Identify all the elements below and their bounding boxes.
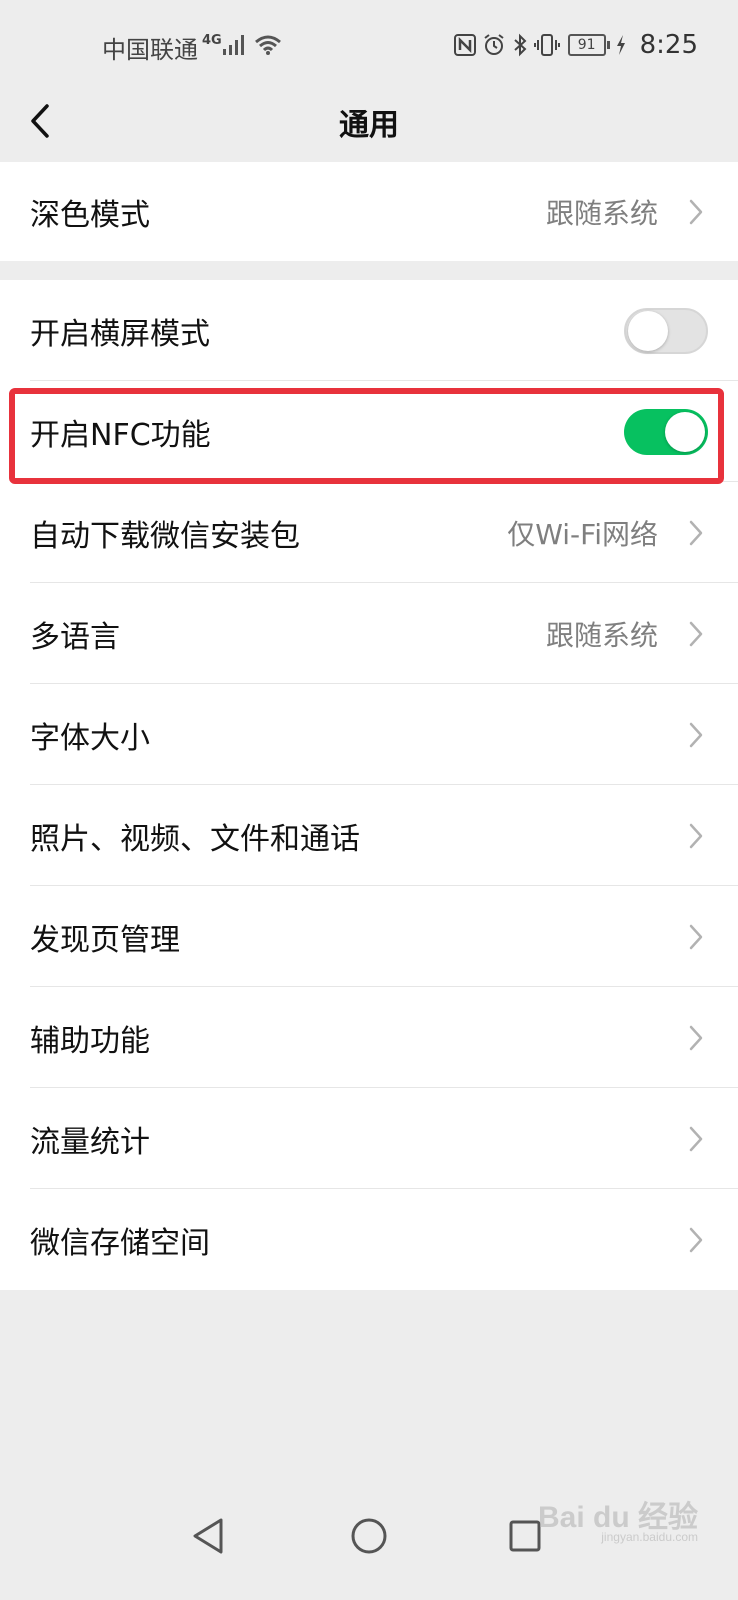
settings-item-label: 开启横屏模式 [30,316,210,352]
settings-item-font-size[interactable]: 字体大小 [0,684,738,785]
chevron-right-icon [689,1126,703,1151]
settings-item-value: 跟随系统 [545,196,658,230]
chevron-right-icon [689,199,703,224]
chevron-right-icon [689,520,703,545]
landscape-mode-toggle[interactable] [624,307,708,354]
settings-item-label: 辅助功能 [30,1023,150,1059]
settings-item-storage[interactable]: 微信存储空间 [0,1189,738,1290]
network-type: 4G [202,33,222,48]
status-left: 中国联通 4G [102,30,282,65]
watermark-sub: jingyan.baidu.com [601,1530,698,1544]
settings-item-language[interactable]: 多语言 跟随系统 [0,583,738,684]
status-time: 8:25 [639,30,698,60]
status-right: 91 8:25 [448,30,698,60]
vibrate-icon [533,33,560,57]
circle-home-icon [351,1518,387,1554]
system-back-button[interactable] [178,1506,238,1566]
settings-item-label: 流量统计 [30,1124,150,1160]
chevron-right-icon [689,722,703,747]
page-title: 通用 [339,108,399,143]
settings-item-data-usage[interactable]: 流量统计 [0,1088,738,1189]
settings-item-landscape-mode: 开启横屏模式 [0,280,738,381]
settings-item-label: 发现页管理 [30,922,180,958]
toggle-knob [628,310,668,351]
settings-item-discover-management[interactable]: 发现页管理 [0,886,738,987]
settings-item-value: 仅Wi-Fi网络 [507,517,658,551]
charging-icon [616,35,626,55]
settings-group-general: 开启横屏模式 开启NFC功能 自动下载微信安装包 仅Wi-Fi网络 多语言 跟随… [0,280,738,1290]
baidu-watermark: Bai du 经验 jingyan.baidu.com [538,1492,698,1544]
battery-icon: 91 [567,34,610,56]
triangle-back-icon [193,1518,223,1554]
settings-item-label: 微信存储空间 [30,1225,210,1261]
settings-item-value: 跟随系统 [545,618,658,652]
nfc-icon [453,34,476,56]
settings-group-display: 深色模式 跟随系统 [0,162,738,261]
settings-item-label: 自动下载微信安装包 [30,518,300,554]
wifi-icon [254,34,282,62]
settings-item-media-calls[interactable]: 照片、视频、文件和通话 [0,785,738,886]
chevron-right-icon [689,621,703,646]
alarm-icon [482,33,506,57]
settings-item-nfc: 开启NFC功能 [0,381,738,482]
settings-item-label: 照片、视频、文件和通话 [30,821,360,857]
square-recents-icon [509,1520,541,1552]
chevron-right-icon [689,1227,703,1252]
settings-item-label: 开启NFC功能 [30,417,211,453]
settings-item-label: 多语言 [30,619,120,655]
chevron-right-icon [689,924,703,949]
carrier-name: 中国联通 [102,36,198,64]
system-home-button[interactable] [339,1506,399,1566]
chevron-right-icon [689,823,703,848]
signal-icon [222,34,246,62]
settings-item-dark-mode[interactable]: 深色模式 跟随系统 [0,162,738,261]
settings-item-auto-download[interactable]: 自动下载微信安装包 仅Wi-Fi网络 [0,482,738,583]
settings-item-accessibility[interactable]: 辅助功能 [0,987,738,1088]
settings-item-label: 深色模式 [30,197,150,233]
nfc-toggle[interactable] [624,408,708,455]
chevron-right-icon [689,1025,703,1050]
status-bar: 中国联通 4G 91 8:25 [0,0,738,90]
toggle-knob [665,411,705,452]
bluetooth-icon [512,33,528,57]
battery-level: 91 [577,37,596,53]
nav-bar: 通用 [0,90,738,160]
settings-item-label: 字体大小 [30,720,150,756]
